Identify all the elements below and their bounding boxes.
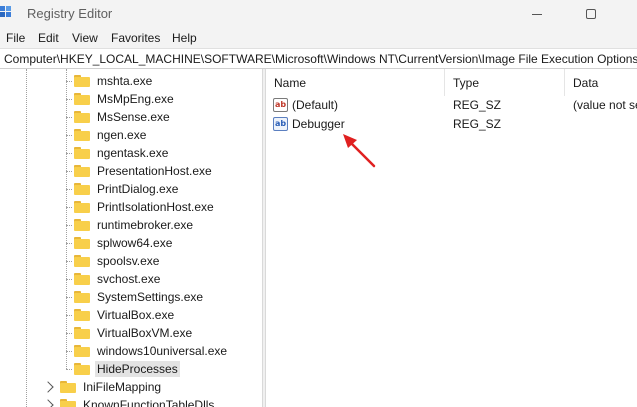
menu-edit[interactable]: Edit [38,31,59,45]
maximize-icon [586,9,596,19]
tree-item[interactable]: KnownFunctionTableDlls [42,396,216,407]
tree-item[interactable]: ngen.exe [66,126,148,144]
tree-item[interactable]: VirtualBox.exe [66,306,176,324]
minimize-button[interactable] [517,0,557,28]
values-list[interactable]: Name Type Data ab (Default) REG_SZ (valu… [266,69,637,407]
tree-item[interactable]: windows10universal.exe [66,342,229,360]
tree-item[interactable]: mshta.exe [66,72,154,90]
folder-icon [74,219,90,231]
folder-icon [74,291,90,303]
folder-icon [74,75,90,87]
folder-icon [74,363,90,375]
value-data: (value not se [573,98,637,112]
value-name: (Default) [292,98,339,112]
maximize-button[interactable] [571,0,611,28]
tree-item[interactable]: IniFileMapping [42,378,163,396]
string-value-icon: ab [273,98,288,112]
tree-item[interactable]: ngentask.exe [66,144,170,162]
tree-item[interactable]: runtimebroker.exe [66,216,195,234]
tree-item[interactable]: MsSense.exe [66,108,172,126]
chevron-right-icon[interactable] [42,399,54,407]
address-path[interactable]: Computer\HKEY_LOCAL_MACHINE\SOFTWARE\Mic… [4,52,637,66]
title-bar: Registry Editor [0,0,637,28]
menu-favorites[interactable]: Favorites [111,31,160,45]
chevron-right-icon[interactable] [42,381,54,393]
folder-icon [74,165,90,177]
tree-item[interactable]: VirtualBoxVM.exe [66,324,194,342]
tree-connector [26,69,27,407]
minimize-icon [532,13,542,15]
key-tree[interactable]: mshta.exe MsMpEng.exe MsSense.exe ngen.e… [0,69,262,407]
tree-item[interactable]: PrintIsolationHost.exe [66,198,216,216]
window-title: Registry Editor [27,6,113,21]
registry-editor-icon [0,6,12,20]
address-bar[interactable]: Computer\HKEY_LOCAL_MACHINE\SOFTWARE\Mic… [0,48,637,69]
folder-icon [74,147,90,159]
value-row[interactable]: ab Debugger REG_SZ [266,115,637,134]
column-header-name[interactable]: Name [266,69,445,96]
tree-item[interactable]: splwow64.exe [66,234,174,252]
column-header-data[interactable]: Data [565,69,637,96]
tree-item[interactable]: PresentationHost.exe [66,162,214,180]
folder-icon [74,327,90,339]
tree-item[interactable]: svchost.exe [66,270,162,288]
string-value-icon: ab [273,117,288,131]
folder-icon [74,93,90,105]
folder-icon [74,129,90,141]
tree-item[interactable]: PrintDialog.exe [66,180,180,198]
value-type: REG_SZ [453,117,502,131]
menu-file[interactable]: File [6,31,25,45]
tree-item-selected[interactable]: HideProcesses [66,360,180,378]
folder-icon [74,309,90,321]
folder-icon [60,399,76,407]
tree-item[interactable]: SystemSettings.exe [66,288,205,306]
tree-item[interactable]: spoolsv.exe [66,252,161,270]
value-row[interactable]: ab (Default) REG_SZ (value not se [266,96,637,115]
folder-icon [74,111,90,123]
folder-icon [74,237,90,249]
folder-icon [74,201,90,213]
value-type: REG_SZ [453,98,502,112]
value-name: Debugger [292,117,345,131]
tree-item[interactable]: MsMpEng.exe [66,90,176,108]
menu-help[interactable]: Help [172,31,197,45]
folder-icon [74,345,90,357]
menu-bar: File Edit View Favorites Help [0,28,637,48]
folder-icon [60,381,76,393]
folder-icon [74,183,90,195]
column-header-type[interactable]: Type [445,69,565,96]
menu-view[interactable]: View [72,31,98,45]
folder-icon [74,255,90,267]
folder-icon [74,273,90,285]
